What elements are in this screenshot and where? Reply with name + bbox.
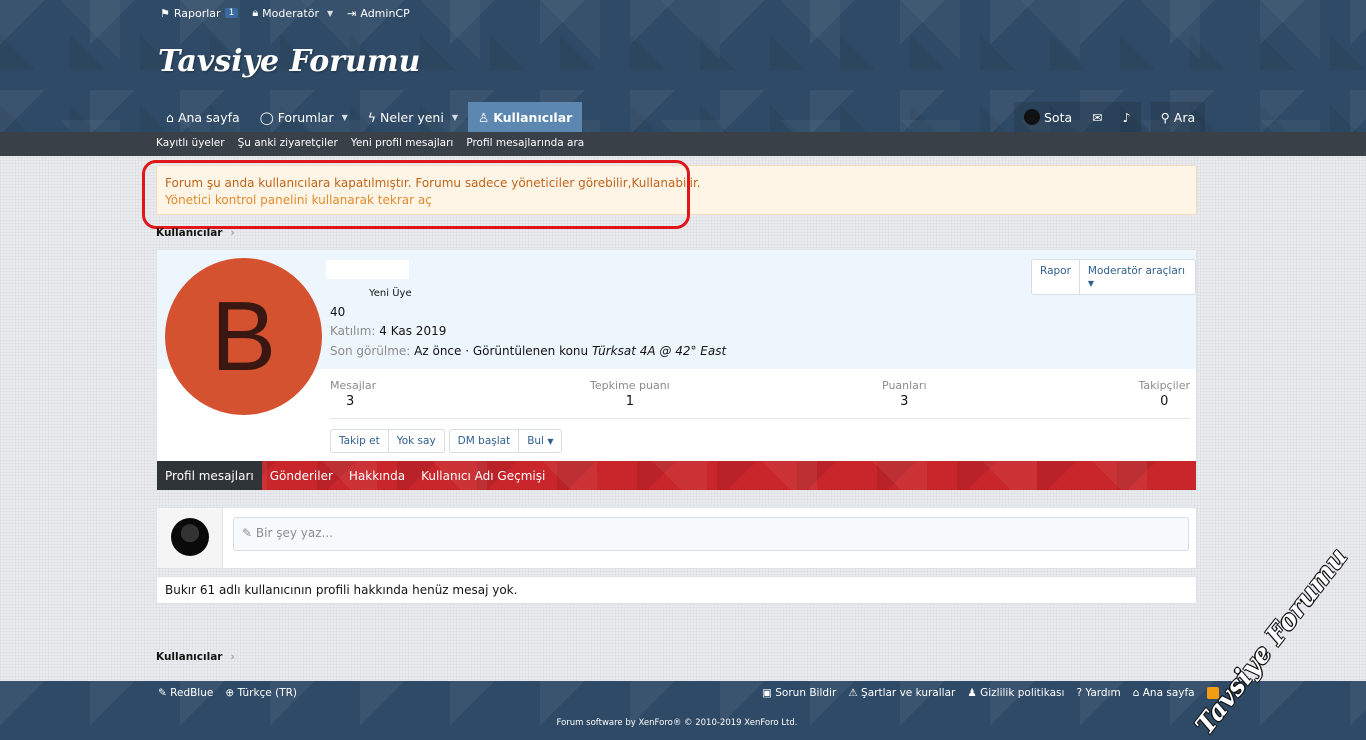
- main-nav: ⌂ Ana sayfa ◯ Forumlar ▼ ϟ Neler yeni ▼ …: [156, 102, 583, 132]
- sign-in-icon: ⇥: [347, 6, 357, 20]
- joined-date: Katılım: 4 Kas 2019: [330, 324, 447, 338]
- profile-card: B Yeni Üye 40 Katılım: 4 Kas 2019 Son gö…: [156, 249, 1197, 490]
- stat-reaction-score[interactable]: Tepkime puanı 1: [590, 379, 670, 409]
- chevron-down-icon[interactable]: ▼: [452, 113, 458, 122]
- breadcrumb-bottom: Kullanıcılar ›: [156, 651, 235, 663]
- reports-link[interactable]: ⚑ Raporlar 1: [160, 6, 239, 20]
- profile-tabs: Profil mesajları Gönderiler Hakkında Kul…: [157, 461, 1196, 490]
- site-logo[interactable]: Tavsiye Forumu: [158, 44, 420, 79]
- footer-link-report[interactable]: ▣ Sorun Bildir: [762, 687, 836, 699]
- footer-link-privacy[interactable]: ♟ Gizlilik politikası: [967, 687, 1064, 699]
- language-chooser[interactable]: ⊕ Türkçe (TR): [225, 687, 297, 699]
- inbox-button[interactable]: ✉: [1082, 102, 1113, 132]
- subnav-current-visitors[interactable]: Şu anki ziyaretçiler: [238, 137, 338, 149]
- home-icon: ⌂: [1132, 687, 1140, 699]
- user-secret-icon: ♟: [967, 687, 977, 699]
- nav-user-area: Sota ✉ ♪ ⚲ Ara: [1014, 102, 1206, 132]
- staff-bar: ⚑ Raporlar 1 🔒︎ Moderatör ▼ ⇥ AdminCP: [160, 6, 410, 20]
- profile-stats: Mesajlar 3 Tepkime puanı 1 Puanları 3 Ta…: [330, 379, 1190, 419]
- nav-members[interactable]: ♙ Kullanıcılar: [467, 102, 583, 132]
- moderator-menu[interactable]: 🔒︎ Moderatör ▼: [252, 6, 333, 20]
- avatar[interactable]: [171, 518, 209, 556]
- home-icon: ⌂: [166, 109, 174, 125]
- avatar: [1024, 109, 1040, 125]
- chevron-down-icon[interactable]: ▼: [342, 113, 348, 122]
- search-icon: ⚲: [1160, 109, 1170, 125]
- ignore-button[interactable]: Yok say: [387, 430, 444, 452]
- tab-username-history[interactable]: Kullanıcı Adı Geçmişi: [413, 461, 553, 490]
- search-button[interactable]: ⚲ Ara: [1150, 102, 1206, 132]
- username-redacted: [326, 260, 409, 279]
- last-seen: Son görülme: Az önce · Görüntülenen konu…: [330, 344, 727, 358]
- breadcrumb-members[interactable]: Kullanıcılar: [156, 227, 222, 239]
- flag-icon: ⚑: [160, 6, 170, 20]
- empty-messages-notice: Bukır 61 adlı kullanıcının profili hakkı…: [156, 576, 1197, 604]
- composer-input[interactable]: ✎ Bir şey yaz...: [233, 517, 1189, 551]
- subnav-search-profile-posts[interactable]: Profil mesajlarında ara: [466, 137, 584, 149]
- comment-icon: ◯: [259, 109, 274, 125]
- message-count: 40: [330, 305, 346, 319]
- stat-followers[interactable]: Takipçiler 0: [1139, 379, 1191, 409]
- copyright: Forum software by XenForo® © 2010-2019 X…: [556, 718, 798, 728]
- alerts-button[interactable]: ♪: [1112, 102, 1141, 132]
- site-footer: ✎ RedBlue ⊕ Türkçe (TR) ▣ Sorun Bildir ⚠…: [0, 681, 1366, 740]
- chevron-down-icon: ▼: [1087, 279, 1095, 288]
- lock-icon: 🔒︎: [252, 6, 259, 19]
- breadcrumb-members[interactable]: Kullanıcılar: [156, 651, 222, 663]
- chevron-down-icon: ▼: [326, 8, 334, 18]
- profile-post-composer: ✎ Bir şey yaz...: [156, 507, 1197, 569]
- footer-link-help[interactable]: ? Yardım: [1076, 687, 1120, 699]
- user-icon: ♙: [477, 109, 490, 125]
- stat-messages[interactable]: Mesajlar 3: [330, 379, 376, 409]
- question-icon: ?: [1076, 687, 1083, 699]
- paint-brush-icon: ✎: [158, 687, 167, 699]
- last-seen-thread-link[interactable]: Türksat 4A @ 42° East: [592, 344, 726, 358]
- tab-posts[interactable]: Gönderiler: [262, 461, 341, 490]
- warning-icon: ⚠: [848, 687, 858, 699]
- tab-about[interactable]: Hakkında: [341, 461, 413, 490]
- envelope-icon: ✉: [1092, 109, 1103, 125]
- tab-profile-posts[interactable]: Profil mesajları: [157, 461, 262, 490]
- find-button[interactable]: Bul ▼: [518, 430, 561, 452]
- site-header: ⚑ Raporlar 1 🔒︎ Moderatör ▼ ⇥ AdminCP Ta…: [0, 0, 1366, 132]
- subnav-registered-members[interactable]: Kayıtlı üyeler: [156, 137, 225, 149]
- bell-icon: ♪: [1122, 109, 1131, 125]
- follow-button[interactable]: Takip et: [331, 430, 388, 452]
- footer-link-terms[interactable]: ⚠ Şartlar ve kurallar: [848, 687, 955, 699]
- breadcrumb: Kullanıcılar ›: [156, 227, 235, 239]
- pencil-icon: ✎: [242, 526, 253, 540]
- moderator-tools-button[interactable]: Moderatör araçları ▼: [1078, 260, 1195, 294]
- subnav-new-profile-posts[interactable]: Yeni profil mesajları: [351, 137, 454, 149]
- nav-whats-new[interactable]: ϟ Neler yeni ▼: [358, 102, 468, 132]
- chevron-right-icon: ›: [230, 651, 235, 663]
- chevron-down-icon: ▼: [547, 437, 554, 446]
- chevron-right-icon: ›: [230, 227, 235, 239]
- bolt-icon: ϟ: [367, 109, 376, 125]
- nav-home[interactable]: ⌂ Ana sayfa: [156, 102, 250, 132]
- nav-forums[interactable]: ◯ Forumlar ▼: [250, 102, 358, 132]
- user-menu[interactable]: Sota: [1014, 102, 1083, 132]
- stat-points[interactable]: Puanları 3: [882, 379, 927, 409]
- report-icon: ▣: [762, 687, 772, 699]
- profile-avatar[interactable]: B: [165, 258, 322, 415]
- report-button[interactable]: Rapor: [1032, 260, 1079, 294]
- start-dm-button[interactable]: DM başlat: [450, 430, 519, 452]
- globe-icon: ⊕: [225, 687, 235, 699]
- highlight-annotation: [142, 160, 690, 229]
- user-title: Yeni Üye: [369, 288, 412, 299]
- profile-actions: Rapor Moderatör araçları ▼: [1031, 259, 1196, 295]
- sub-nav: Kayıtlı üyeler Şu anki ziyaretçiler Yeni…: [0, 132, 1366, 156]
- admincp-link[interactable]: ⇥ AdminCP: [347, 6, 410, 20]
- reports-badge: 1: [224, 8, 239, 18]
- footer-link-home[interactable]: ⌂ Ana sayfa: [1133, 687, 1195, 699]
- profile-buttons: Takip et Yok say DM başlat Bul ▼: [330, 429, 563, 453]
- style-chooser[interactable]: ✎ RedBlue: [158, 687, 213, 699]
